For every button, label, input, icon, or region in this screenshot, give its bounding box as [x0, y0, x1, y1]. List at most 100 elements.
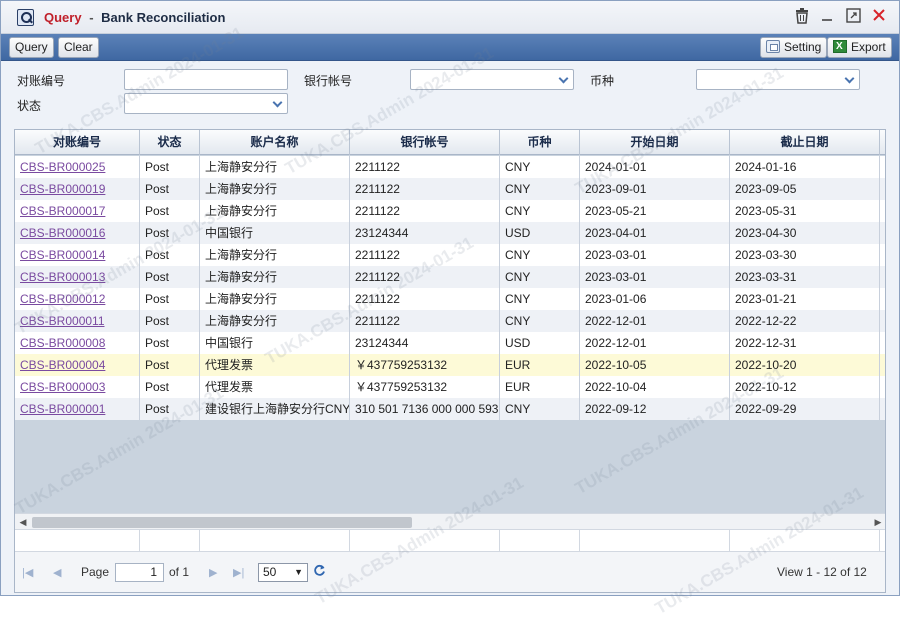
prev-page-icon[interactable]: ◀ [53, 566, 61, 579]
table-row[interactable]: CBS-BR000025 Post 上海静安分行 2211122 CNY 2024-01-… [15, 156, 885, 178]
minimize-icon[interactable] [818, 8, 836, 26]
results-grid: 对账编号 状态 账户名称 银行帐号 币种 开始日期 截止日期 CBS-BR000… [14, 129, 886, 593]
recon-no-cell: CBS-BR000011 [15, 310, 140, 332]
recon-no-link[interactable]: CBS-BR000016 [20, 226, 105, 240]
status-cell: Post [140, 266, 200, 288]
table-row[interactable]: CBS-BR000011 Post 上海静安分行 2211122 CNY 2022-12-… [15, 310, 885, 332]
footer-cell [350, 530, 500, 552]
end-date-cell: 2024-01-16 [730, 156, 880, 178]
footer-cell [200, 530, 350, 552]
account-name-cell: 上海静安分行 [200, 266, 350, 288]
footer-cell [140, 530, 200, 552]
start-date-cell: 2023-04-01 [580, 222, 730, 244]
account-no-cell: ￥437759253132 [350, 376, 500, 398]
recon-no-link[interactable]: CBS-BR000017 [20, 204, 105, 218]
scroll-right-icon[interactable]: ▶ [872, 514, 884, 531]
trash-icon[interactable] [793, 8, 811, 26]
col-header-status[interactable]: 状态 [140, 130, 200, 155]
status-cell: Post [140, 288, 200, 310]
maximize-icon[interactable] [844, 8, 862, 26]
table-row[interactable]: CBS-BR000001 Post 建设银行上海静安分行CNY 310 501 713… [15, 398, 885, 420]
refresh-icon[interactable] [313, 564, 326, 580]
grid-header: 对账编号 状态 账户名称 银行帐号 币种 开始日期 截止日期 [15, 130, 885, 155]
col-header-currency[interactable]: 币种 [500, 130, 580, 155]
recon-no-cell: CBS-BR000019 [15, 178, 140, 200]
recon-no-link[interactable]: CBS-BR000008 [20, 336, 105, 350]
end-date-cell: 2023-01-21 [730, 288, 880, 310]
recon-no-link[interactable]: CBS-BR000025 [20, 160, 105, 174]
col-header-start-date[interactable]: 开始日期 [580, 130, 730, 155]
first-page-icon[interactable]: |◀ [22, 566, 33, 579]
page-size-value: 50 [263, 565, 277, 579]
table-row[interactable]: CBS-BR000019 Post 上海静安分行 2211122 CNY 2023-09-… [15, 178, 885, 200]
account-name-cell: 上海静安分行 [200, 156, 350, 178]
page-number-input[interactable]: 1 [115, 563, 164, 582]
currency-cell: CNY [500, 398, 580, 420]
recon-no-link[interactable]: CBS-BR000019 [20, 182, 105, 196]
recon-no-link[interactable]: CBS-BR000001 [20, 402, 105, 416]
recon-no-link[interactable]: CBS-BR000014 [20, 248, 105, 262]
toolbar: Query Clear Setting Export [1, 34, 899, 61]
col-header-recon-no[interactable]: 对账编号 [15, 130, 140, 155]
currency-cell: CNY [500, 266, 580, 288]
recon-no-link[interactable]: CBS-BR000004 [20, 358, 105, 372]
table-row[interactable]: CBS-BR000003 Post 代理发票 ￥437759253132 EUR 2022… [15, 376, 885, 398]
start-date-cell: 2024-01-01 [580, 156, 730, 178]
recon-no-label: 对账编号 [17, 74, 66, 88]
account-no-cell: 2211122 [350, 156, 500, 178]
account-name-cell: 上海静安分行 [200, 244, 350, 266]
table-row[interactable]: CBS-BR000008 Post 中国银行 23124344 USD 2022-12-0… [15, 332, 885, 354]
table-row[interactable]: CBS-BR000004 Post 代理发票 ￥437759253132 EUR 2022… [15, 354, 885, 376]
page-label: Page [81, 565, 110, 579]
close-icon[interactable] [870, 8, 888, 26]
recon-no-link[interactable]: CBS-BR000011 [20, 314, 105, 328]
clear-button[interactable]: Clear [58, 37, 99, 58]
col-header-account-no[interactable]: 银行帐号 [350, 130, 500, 155]
export-button[interactable]: Export [827, 37, 892, 58]
currency-select[interactable] [696, 69, 860, 90]
end-date-cell: 2022-09-29 [730, 398, 880, 420]
horizontal-scrollbar[interactable]: ◀ ▶ [15, 513, 885, 530]
table-row[interactable]: CBS-BR000017 Post 上海静安分行 2211122 CNY 2023-05-… [15, 200, 885, 222]
currency-cell: EUR [500, 376, 580, 398]
last-page-icon[interactable]: ▶| [233, 566, 244, 579]
status-cell: Post [140, 332, 200, 354]
start-date-cell: 2022-12-01 [580, 332, 730, 354]
recon-no-link[interactable]: CBS-BR000012 [20, 292, 105, 306]
status-cell: Post [140, 244, 200, 266]
end-date-cell: 2023-05-31 [730, 200, 880, 222]
footer-cell [580, 530, 730, 552]
recon-no-cell: CBS-BR000013 [15, 266, 140, 288]
table-row[interactable]: CBS-BR000012 Post 上海静安分行 2211122 CNY 2023-01-… [15, 288, 885, 310]
recon-no-link[interactable]: CBS-BR000013 [20, 270, 105, 284]
query-button[interactable]: Query [9, 37, 54, 58]
account-name-cell: 建设银行上海静安分行CNY [200, 398, 350, 420]
setting-label: Setting [784, 40, 822, 54]
window-title: Query - Bank Reconciliation [44, 10, 225, 25]
status-label: 状态 [17, 99, 42, 113]
status-select[interactable] [124, 93, 288, 114]
currency-cell: CNY [500, 244, 580, 266]
status-cell: Post [140, 310, 200, 332]
account-no-cell: 2211122 [350, 244, 500, 266]
setting-button[interactable]: Setting [760, 37, 828, 58]
col-header-end-date[interactable]: 截止日期 [730, 130, 880, 155]
scroll-thumb[interactable] [32, 517, 412, 528]
recon-no-input[interactable] [124, 69, 288, 90]
account-no-select[interactable] [410, 69, 574, 90]
recon-no-cell: CBS-BR000014 [15, 244, 140, 266]
chevron-down-icon: ▼ [294, 567, 303, 577]
currency-cell: USD [500, 332, 580, 354]
start-date-cell: 2023-03-01 [580, 266, 730, 288]
col-header-account-name[interactable]: 账户名称 [200, 130, 350, 155]
next-page-icon[interactable]: ▶ [209, 566, 217, 579]
scroll-left-icon[interactable]: ◀ [17, 514, 29, 531]
recon-no-cell: CBS-BR000003 [15, 376, 140, 398]
currency-cell: EUR [500, 354, 580, 376]
table-row[interactable]: CBS-BR000014 Post 上海静安分行 2211122 CNY 2023-03-… [15, 244, 885, 266]
recon-no-link[interactable]: CBS-BR000003 [20, 380, 105, 394]
table-row[interactable]: CBS-BR000016 Post 中国银行 23124344 USD 2023-04-0… [15, 222, 885, 244]
status-cell: Post [140, 156, 200, 178]
page-size-select[interactable]: 50 ▼ [258, 563, 308, 582]
table-row[interactable]: CBS-BR000013 Post 上海静安分行 2211122 CNY 2023-03-… [15, 266, 885, 288]
